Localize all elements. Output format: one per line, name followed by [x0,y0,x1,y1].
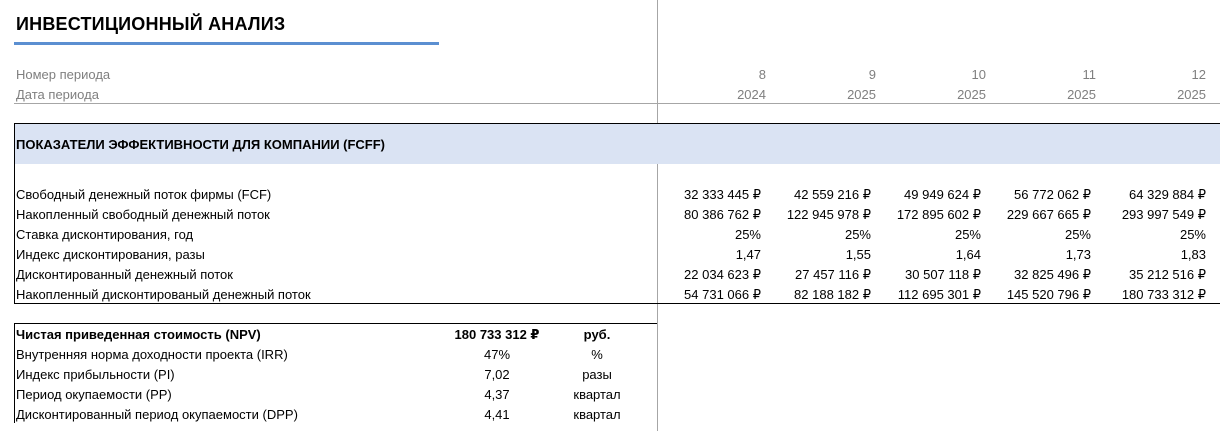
metric-cell[interactable]: 25% [1096,227,1206,242]
metric-cell[interactable]: 112 695 301 ₽ [876,287,981,303]
metric-row-label: Накопленный дисконтированый денежный пот… [16,287,311,302]
metric-row-label: Свободный денежный поток фирмы (FCF) [16,187,272,202]
metric-cell[interactable]: 1,83 [1096,247,1206,262]
metric-cell[interactable]: 1,47 [656,247,761,262]
summary-unit: разы [582,367,612,382]
metric-row-label: Накопленный свободный денежный поток [16,207,270,222]
period-number-cell[interactable]: 10 [876,67,986,82]
metric-cell[interactable]: 22 034 623 ₽ [656,267,761,283]
metric-cell[interactable]: 1,64 [876,247,981,262]
metric-cell[interactable]: 25% [986,227,1091,242]
section-title: ПОКАЗАТЕЛИ ЭФФЕКТИВНОСТИ ДЛЯ КОМПАНИИ (F… [16,137,386,152]
metric-cell[interactable]: 64 329 884 ₽ [1096,187,1206,203]
section-border-left [14,123,15,303]
metric-cell[interactable]: 25% [656,227,761,242]
summary-value[interactable]: 4,37 [437,387,557,402]
summary-value[interactable]: 7,02 [437,367,557,382]
metric-cell[interactable]: 180 733 312 ₽ [1096,287,1206,303]
summary-label: Дисконтированный период окупаемости (DPP… [16,407,298,422]
metric-row-label: Дисконтированный денежный поток [16,267,233,282]
metric-cell[interactable]: 35 212 516 ₽ [1096,267,1206,283]
metric-row-label: Ставка дисконтирования, год [16,227,194,242]
summary-label: Индекс прибыльности (PI) [16,367,175,382]
period-number-cell[interactable]: 11 [986,67,1097,82]
period-date-cell[interactable]: 2025 [766,87,876,102]
metric-cell[interactable]: 56 772 062 ₽ [986,187,1091,203]
metric-cell[interactable]: 122 945 978 ₽ [766,207,871,223]
metric-cell[interactable]: 82 188 182 ₽ [766,287,871,303]
metric-cell[interactable]: 172 895 602 ₽ [876,207,981,223]
metric-cell[interactable]: 27 457 116 ₽ [766,267,871,283]
summary-value[interactable]: 4,41 [437,407,557,422]
metric-cell[interactable]: 49 949 624 ₽ [876,187,981,203]
summary-label: Период окупаемости (PP) [16,387,172,402]
metric-cell[interactable]: 1,55 [766,247,871,262]
summary-border-top [14,323,657,324]
metric-cell[interactable]: 293 997 549 ₽ [1096,207,1206,223]
header-divider [14,103,1220,104]
period-number-cell[interactable]: 12 [1096,67,1206,82]
title-underline [14,42,439,45]
summary-unit: квартал [573,387,621,402]
metric-cell[interactable]: 25% [766,227,871,242]
summary-unit: руб. [583,327,611,342]
metric-cell[interactable]: 54 731 066 ₽ [656,287,761,303]
metric-cell[interactable]: 229 667 665 ₽ [986,207,1091,223]
metric-cell[interactable]: 25% [876,227,981,242]
metric-cell[interactable]: 80 386 762 ₽ [656,207,761,223]
period-date-cell[interactable]: 2025 [1096,87,1206,102]
metric-cell[interactable]: 30 507 118 ₽ [876,267,981,283]
metric-cell[interactable]: 42 559 216 ₽ [766,187,871,203]
summary-value[interactable]: 47% [437,347,557,362]
metric-cell[interactable]: 1,73 [986,247,1091,262]
metric-cell[interactable]: 145 520 796 ₽ [986,287,1091,303]
period-number-label: Номер периода [16,67,111,82]
period-number-cell[interactable]: 9 [766,67,876,82]
summary-border-left [14,323,15,423]
metric-row-label: Индекс дисконтирования, разы [16,247,205,262]
summary-label: Внутренняя норма доходности проекта (IRR… [16,347,288,362]
page-title: ИНВЕСТИЦИОННЫЙ АНАЛИЗ [16,14,286,34]
period-date-cell[interactable]: 2024 [656,87,766,102]
metric-cell[interactable]: 32 333 445 ₽ [656,187,761,203]
period-date-cell[interactable]: 2025 [876,87,986,102]
summary-label: Чистая приведенная стоимость (NPV) [16,327,261,342]
period-date-label: Дата периода [16,87,99,102]
summary-value[interactable]: 180 733 312 ₽ [437,327,557,343]
metric-cell[interactable]: 32 825 496 ₽ [986,267,1091,283]
period-date-cell[interactable]: 2025 [986,87,1096,102]
section-border-top [14,123,1220,124]
summary-unit: квартал [573,407,621,422]
period-number-cell[interactable]: 8 [656,67,766,82]
summary-unit: % [591,347,603,362]
section-border-bottom [14,303,1220,304]
